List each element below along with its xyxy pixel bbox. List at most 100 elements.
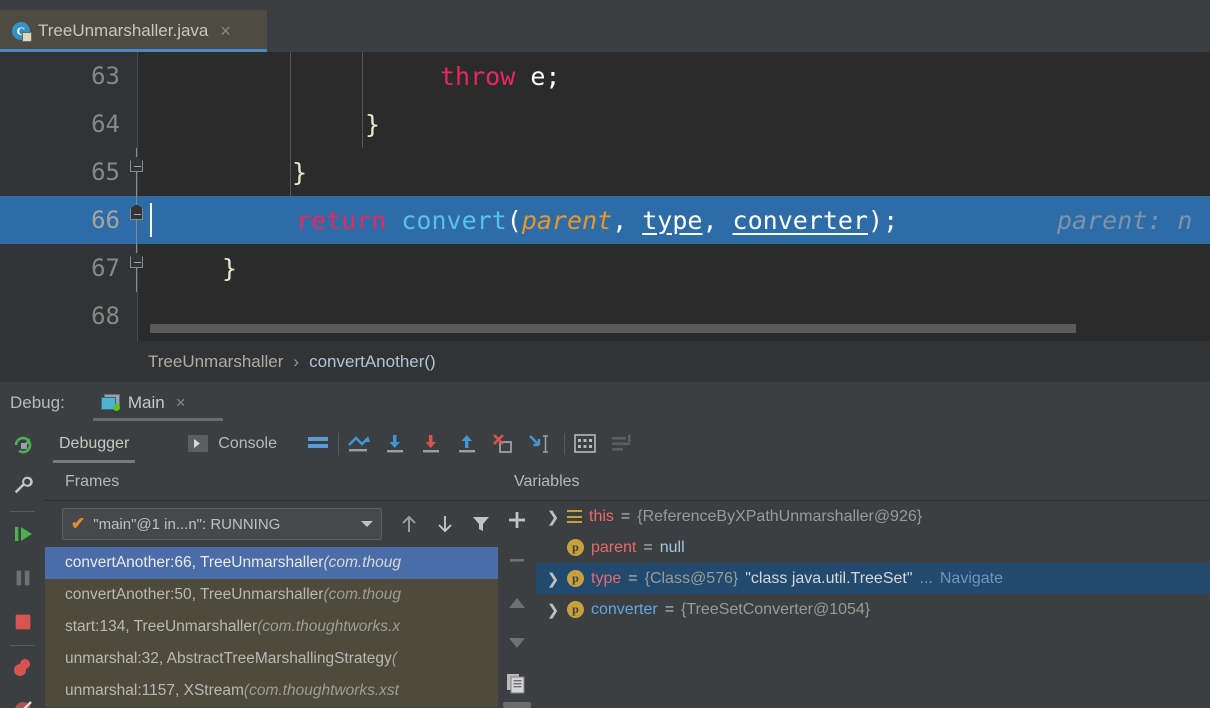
closing-brace: } [222, 253, 238, 283]
breadcrumb-class[interactable]: TreeUnmarshaller [148, 352, 283, 372]
keyword-throw: throw [440, 61, 516, 91]
chevron-right-icon[interactable]: ❯ [546, 601, 560, 619]
editor-line: 64 [0, 100, 1210, 148]
method-call-convert: convert [401, 205, 507, 235]
close-icon[interactable]: × [220, 22, 231, 40]
variable-name: this [589, 507, 614, 525]
frame-row[interactable]: start:134, TreeUnmarshaller (com.thought… [45, 611, 498, 643]
debug-tool-window-header: Debug: Main × [0, 382, 1210, 424]
frame-row[interactable]: unmarshal:1157, XStream (com.thoughtwork… [45, 675, 498, 707]
frame-package: (com.thoughtworks.x [257, 618, 401, 635]
chevron-right-icon[interactable]: ❯ [546, 508, 560, 526]
settings-list-button[interactable] [610, 431, 636, 457]
code-expression: e; [515, 61, 561, 91]
equals-sign: = [664, 600, 675, 618]
line-number: 63 [91, 62, 120, 90]
show-execution-point-button[interactable] [346, 431, 372, 457]
mute-breakpoints-button[interactable] [0, 688, 45, 708]
equals-sign: = [628, 569, 638, 587]
settings-button[interactable] [0, 463, 45, 507]
frame-label: convertAnother:50, TreeUnmarshaller [65, 586, 324, 603]
step-out-button[interactable] [454, 431, 480, 457]
move-down-button[interactable] [432, 511, 458, 537]
frames-list[interactable]: convertAnother:66, TreeUnmarshaller (com… [45, 547, 498, 708]
rerun-button[interactable] [0, 423, 45, 467]
variable-row-converter[interactable]: ❯ p converter = {TreeSetConverter@1054} [536, 594, 1210, 625]
tab-debugger-label: Debugger [59, 434, 130, 452]
variable-value: {TreeSetConverter@1054} [681, 600, 871, 618]
navigate-link[interactable]: Navigate [940, 570, 1003, 588]
frame-row[interactable]: convertAnother:50, TreeUnmarshaller (com… [45, 579, 498, 611]
view-breakpoints-button[interactable] [0, 646, 45, 690]
tab-active-underline [53, 460, 136, 463]
move-watch-up-button[interactable] [498, 584, 536, 622]
variable-name: type [591, 569, 622, 587]
chevron-right-icon[interactable]: ❯ [546, 570, 560, 588]
debug-label: Debug: [10, 392, 65, 412]
tab-console[interactable]: Console [171, 423, 291, 464]
step-into-button[interactable] [418, 431, 444, 457]
variables-list[interactable]: ❯ this = {ReferenceByXPathUnmarshaller@9… [536, 501, 1210, 708]
copy-value-button[interactable] [498, 665, 536, 703]
stop-button[interactable] [0, 600, 45, 644]
frame-label: convertAnother:66, TreeUnmarshaller [65, 554, 324, 571]
editor-tab-bar: C TreeUnmarshaller.java × [0, 10, 1210, 52]
thread-selector-row: ✔ "main"@1 in...n": RUNNING [45, 501, 498, 547]
evaluate-expression-button[interactable] [572, 431, 598, 457]
variables-scrollbar-thumb[interactable] [503, 702, 531, 708]
line-number: 68 [91, 302, 120, 330]
tab-console-label: Console [218, 434, 277, 452]
equals-sign: = [620, 507, 631, 525]
layout-settings-button[interactable] [305, 431, 331, 457]
pause-program-button[interactable] [0, 556, 45, 600]
force-step-into-button[interactable] [490, 431, 516, 457]
frame-label: start:134, TreeUnmarshaller [65, 618, 258, 635]
toolbar-divider [337, 432, 339, 455]
code-token-brace: } [222, 244, 237, 292]
resume-program-button[interactable] [0, 512, 45, 556]
add-watch-button[interactable] [498, 501, 536, 539]
console-icon [185, 431, 211, 457]
parameter-icon: p [567, 539, 584, 556]
variable-row-type[interactable]: ❯ p type = {Class@576} "class java.util.… [536, 563, 1210, 594]
move-up-button[interactable] [396, 511, 422, 537]
editor-line: 63 [0, 52, 1210, 100]
intellij-debug-window: C TreeUnmarshaller.java × 63 64 65 66 67… [0, 0, 1210, 708]
editor-line: 65 [0, 148, 1210, 196]
remove-watch-button[interactable] [498, 541, 536, 579]
variable-value: {ReferenceByXPathUnmarshaller@926} [637, 507, 923, 525]
frame-row[interactable]: unmarshal:32, AbstractTreeMarshallingStr… [45, 643, 498, 675]
breadcrumb: TreeUnmarshaller › convertAnother() [0, 341, 1210, 383]
run-to-cursor-button[interactable] [526, 431, 552, 457]
frame-package: (com.thoughtworks.xst [243, 682, 399, 699]
close-icon[interactable]: × [176, 393, 186, 413]
text-caret [150, 203, 152, 237]
run-tab-underline [92, 418, 223, 421]
frame-label: unmarshal:32, AbstractTreeMarshallingStr… [65, 650, 392, 667]
variable-row-this[interactable]: ❯ this = {ReferenceByXPathUnmarshaller@9… [536, 501, 1210, 532]
filter-button[interactable] [468, 511, 494, 537]
chevron-down-icon[interactable] [361, 521, 373, 527]
step-over-button[interactable] [382, 431, 408, 457]
run-configuration-tab-main[interactable]: Main × [91, 382, 223, 423]
variable-name: converter [591, 600, 658, 618]
frames-panel: Frames ✔ "main"@1 in...n": RUNNING conve… [45, 464, 499, 708]
debug-actions-sidebar [0, 423, 46, 708]
breadcrumb-method[interactable]: convertAnother() [309, 352, 436, 372]
arg-type: type [642, 205, 703, 235]
frame-package: (com.thoug [323, 554, 402, 571]
tab-debugger[interactable]: Debugger [45, 423, 143, 464]
editor-hscrollbar-thumb[interactable] [150, 324, 1076, 333]
code-editor[interactable]: 63 64 65 66 67 68 throw e; } } return co… [0, 52, 1210, 341]
line-number: 66 [91, 206, 120, 234]
keyword-return: return [296, 205, 387, 235]
frame-row[interactable]: convertAnother:66, TreeUnmarshaller (com… [45, 547, 498, 579]
variable-row-parent[interactable]: ❯ p parent = null [536, 532, 1210, 563]
frames-panel-title: Frames [45, 464, 498, 501]
comma: , [702, 205, 733, 235]
thread-selector-dropdown[interactable]: ✔ "main"@1 in...n": RUNNING [62, 508, 382, 540]
move-watch-down-button[interactable] [498, 624, 536, 662]
editor-tab-treeunmarshaller[interactable]: C TreeUnmarshaller.java × [0, 10, 267, 52]
arg-converter: converter [732, 205, 869, 235]
variables-panel: Variables ❯ this = {ReferenceByXPathUnma… [498, 464, 1210, 708]
